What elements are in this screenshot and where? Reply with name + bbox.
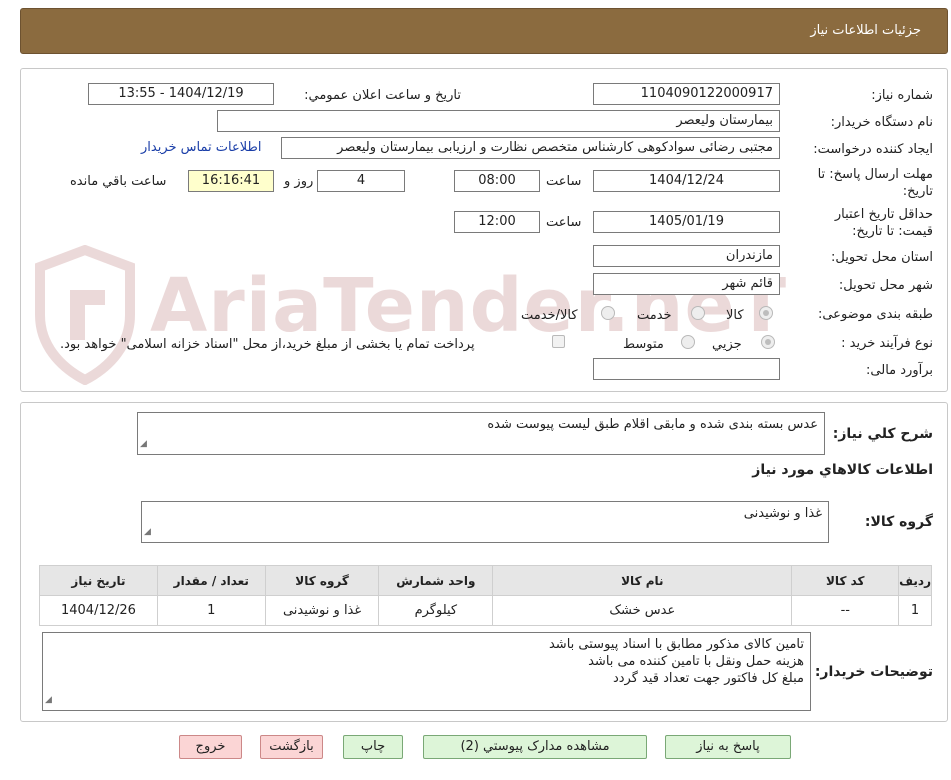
cell-item-name: عدس خشک <box>492 595 793 626</box>
days-field: 4 <box>317 170 405 192</box>
goods-group-text: غذا و نوشيدنی <box>743 506 822 521</box>
col-header-quantity: تعداد / مقدار <box>156 565 266 596</box>
summary-textarea: عدس بسته بندی شده و مابقی اقلام طبق لیست… <box>137 412 825 455</box>
validity-time-field: 12:00 <box>454 211 540 233</box>
buyer-note-line: مبلغ کل فاکتور جهت تعداد قید گردد <box>612 671 804 686</box>
category-service-label: خدمت <box>637 308 672 323</box>
resize-grip-icon[interactable]: ◢ <box>140 436 147 453</box>
announce-label: تاريخ و ساعت اعلان عمومي: <box>304 88 461 103</box>
budget-label: برآورد مالی: <box>866 363 933 378</box>
col-header-need-date: تاريخ نياز <box>39 565 158 596</box>
col-header-row-number: رديف <box>898 565 932 596</box>
col-header-item-code: کد کالا <box>791 565 900 596</box>
creator-field: مجتبی رضائی سوادکوهی کارشناس متخصص نظارت… <box>281 137 780 159</box>
validity-time-label: ساعت <box>546 215 582 230</box>
process-minor-label: جزيي <box>712 337 742 352</box>
items-section-title: اطلاعات کالاهاي مورد نياز <box>752 462 933 478</box>
category-goods-label: کالا <box>726 308 744 323</box>
print-button[interactable]: چاپ <box>343 735 403 759</box>
goods-group-label: گروه کالا: <box>864 514 933 530</box>
deadline-label: مهلت ارسال پاسخ: تا تاريخ: <box>817 167 933 199</box>
summary-label: شرح کلي نياز: <box>832 426 933 442</box>
buyer-note-line: هزینه حمل ونقل با تامین کننده می باشد <box>588 654 804 669</box>
cell-item-code: -- <box>791 595 900 626</box>
province-label: استان محل تحويل: <box>831 250 933 265</box>
city-field: قائم شهر <box>593 273 780 295</box>
deadline-date-field: 1404/12/24 <box>593 170 780 192</box>
process-medium-radio[interactable] <box>681 335 695 349</box>
need-number-label: شماره نياز: <box>871 88 933 103</box>
contact-info-link[interactable]: اطلاعات تماس خريدار <box>141 140 261 155</box>
goods-group-textarea: غذا و نوشيدنی ◢ <box>141 501 829 543</box>
table-header-row: رديف کد کالا نام کالا واحد شمارش گروه کا… <box>39 565 932 596</box>
remaining-time-field: 16:16:41 <box>188 170 274 192</box>
cell-group: غذا و نوشيدنی <box>264 595 380 626</box>
process-minor-radio[interactable] <box>761 335 775 349</box>
remaining-time-label: ساعت باقي مانده <box>70 174 167 189</box>
category-goods-service-label: کالا/خدمت <box>521 308 578 323</box>
exit-button[interactable]: خروج <box>179 735 242 759</box>
back-button[interactable]: بازگشت <box>260 735 323 759</box>
treasury-payment-checkbox[interactable] <box>552 335 565 348</box>
cell-row-number: 1 <box>898 595 932 626</box>
buyer-org-field: بیمارستان ولیعصر <box>217 110 780 132</box>
category-goods-radio[interactable] <box>759 306 773 320</box>
summary-text: عدس بسته بندی شده و مابقی اقلام طبق لیست… <box>487 417 818 432</box>
view-attachments-button[interactable]: مشاهده مدارک پيوستي (2) <box>423 735 647 759</box>
process-label: نوع فرآيند خريد : <box>841 336 933 351</box>
category-goods-service-radio[interactable] <box>601 306 615 320</box>
province-field: مازندران <box>593 245 780 267</box>
col-header-item-name: نام کالا <box>492 565 793 596</box>
page-title: جزئيات اطلاعات نياز <box>810 23 921 38</box>
budget-field[interactable] <box>593 358 780 380</box>
resize-grip-icon[interactable]: ◢ <box>45 692 52 709</box>
deadline-time-field: 08:00 <box>454 170 540 192</box>
category-label: طبقه بندی موضوعی: <box>817 307 933 322</box>
need-number-field: 1104090122000917 <box>593 83 780 105</box>
buyer-note-line: تامین کالای مذکور مطابق با اسناد پیوستی … <box>548 637 804 652</box>
page-header: جزئيات اطلاعات نياز <box>20 8 948 54</box>
process-medium-label: متوسط <box>623 337 664 352</box>
days-label: روز و <box>284 174 314 189</box>
city-label: شهر محل تحويل: <box>838 278 933 293</box>
cell-need-date: 1404/12/26 <box>39 595 158 626</box>
category-service-radio[interactable] <box>691 306 705 320</box>
buyer-notes-textarea: تامین کالای مذکور مطابق با اسناد پیوستی … <box>42 632 811 711</box>
col-header-unit: واحد شمارش <box>378 565 494 596</box>
treasury-payment-note: پرداخت تمام یا بخشی از مبلغ خرید،از محل … <box>60 337 475 352</box>
buyer-notes-label: توضيحات خريدار: <box>814 664 933 680</box>
validity-label: حداقل تاريخ اعتبار قيمت: تا تاريخ: <box>834 207 933 239</box>
cell-unit: کیلوگرم <box>378 595 494 626</box>
items-table: رديف کد کالا نام کالا واحد شمارش گروه کا… <box>39 565 932 626</box>
table-row: 1 -- عدس خشک کیلوگرم غذا و نوشيدنی 1 140… <box>39 595 932 626</box>
col-header-group: گروه کالا <box>264 565 380 596</box>
reply-button[interactable]: پاسخ به نياز <box>665 735 791 759</box>
deadline-time-label: ساعت <box>546 174 582 189</box>
creator-label: ايجاد کننده درخواست: <box>813 142 933 157</box>
buyer-org-label: نام دستگاه خريدار: <box>830 115 933 130</box>
cell-quantity: 1 <box>156 595 266 626</box>
announce-field: 1404/12/19 - 13:55 <box>88 83 274 105</box>
resize-grip-icon[interactable]: ◢ <box>144 524 151 541</box>
validity-date-field: 1405/01/19 <box>593 211 780 233</box>
